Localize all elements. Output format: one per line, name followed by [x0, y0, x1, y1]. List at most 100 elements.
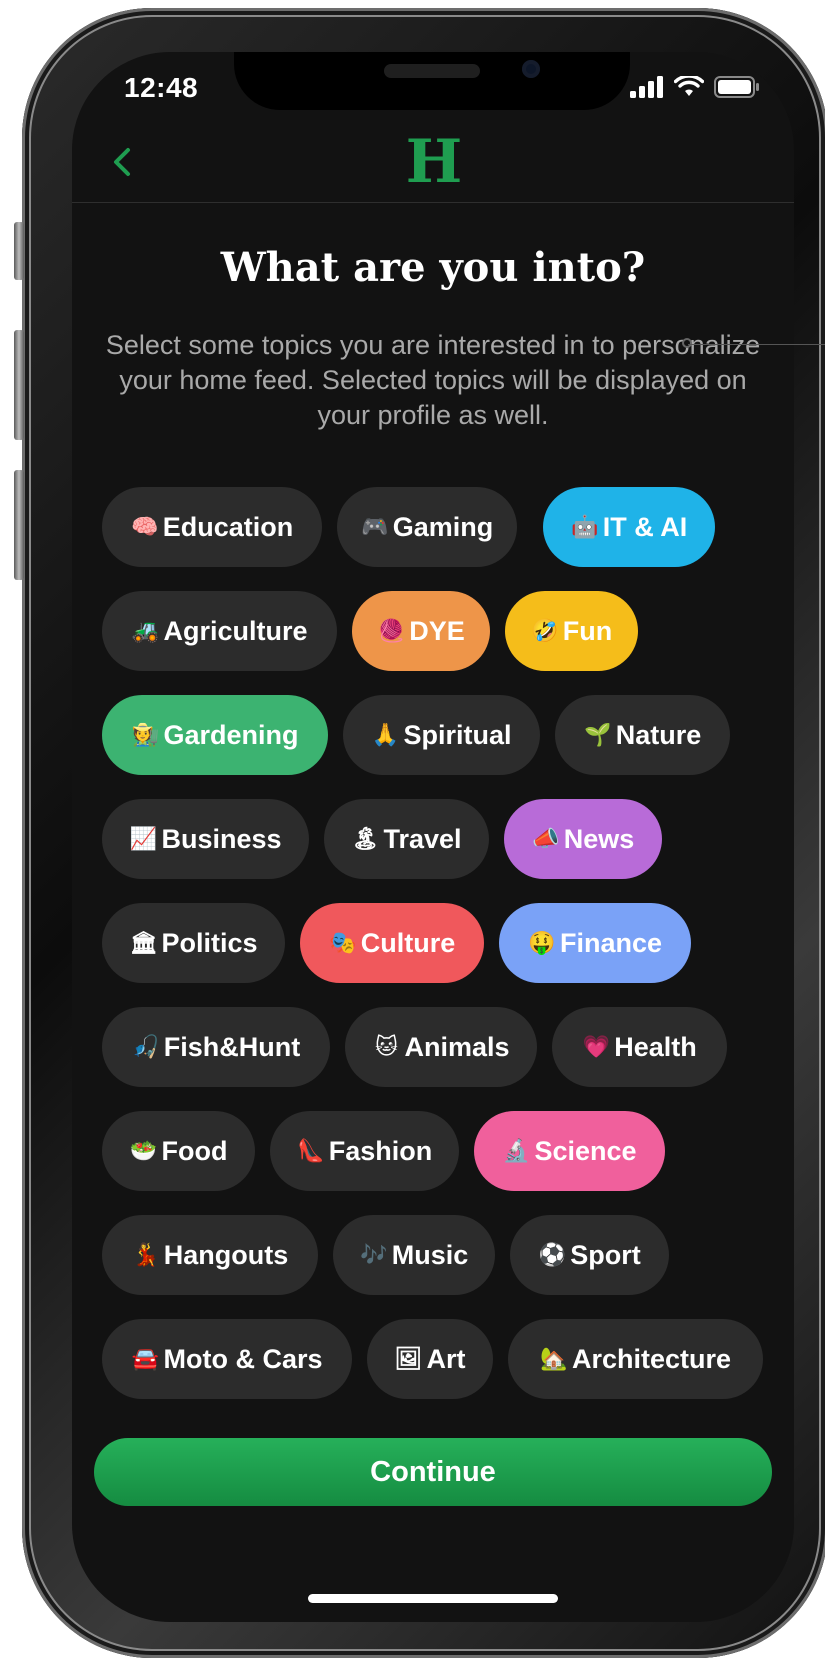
- topic-label: Architecture: [571, 1343, 732, 1374]
- topic-label: Culture: [360, 927, 456, 958]
- topic-label: Politics: [161, 927, 258, 958]
- topic-label: Science: [534, 1135, 637, 1166]
- topic-emoji-icon: 🎭: [329, 930, 357, 955]
- silent-switch: [14, 222, 24, 280]
- page-title: What are you into?: [220, 244, 646, 291]
- topic-label: Spiritual: [403, 719, 512, 750]
- topic-label: Nature: [615, 719, 702, 750]
- topic-chip-food[interactable]: 🥗 Food: [102, 1111, 255, 1191]
- topic-chip-hangouts[interactable]: 💃 Hangouts: [102, 1215, 318, 1295]
- speaker-grille: [384, 64, 480, 78]
- topic-emoji-icon: 🧠: [131, 514, 159, 539]
- topic-chip-fun[interactable]: 🤣 Fun: [505, 591, 638, 671]
- topic-emoji-icon: 🚘: [131, 1346, 160, 1371]
- topic-label: Gaming: [392, 511, 494, 542]
- topic-emoji-icon: 💃: [132, 1242, 160, 1267]
- page-subtitle: Select some topics you are interested in…: [105, 330, 761, 430]
- volume-down-button: [14, 470, 24, 580]
- topic-emoji-icon: 🧶: [377, 618, 405, 643]
- topic-chip-gardening[interactable]: 🧑‍🌾 Gardening: [102, 695, 328, 775]
- topic-chip-music[interactable]: 🎶 Music: [333, 1215, 495, 1295]
- status-time: 12:48: [124, 72, 199, 103]
- topic-chip-business[interactable]: 📈 Business: [102, 799, 309, 879]
- topic-label: Agriculture: [163, 615, 308, 646]
- topic-chip-education[interactable]: 🧠 Education: [102, 487, 322, 567]
- signal-icon: [630, 76, 663, 98]
- topic-emoji-icon: 🌱: [584, 722, 612, 747]
- topic-emoji-icon: 👠: [297, 1138, 325, 1163]
- topic-label: Sport: [570, 1239, 641, 1270]
- topic-chip-moto-cars[interactable]: 🚘 Moto & Cars: [102, 1319, 352, 1399]
- topic-emoji-icon: 🏛: [129, 930, 158, 955]
- annotation-line: [688, 344, 825, 345]
- topic-label: Education: [162, 511, 294, 542]
- topic-emoji-icon: 🚜: [131, 618, 160, 643]
- topic-label: DYE: [409, 615, 465, 646]
- topic-chip-dye[interactable]: 🧶 DYE: [352, 591, 490, 671]
- app-logo: H: [405, 127, 463, 197]
- topic-chip-health[interactable]: 💗 Health: [552, 1007, 727, 1087]
- phone-screen: 12:48 H What are you into? Select some t…: [72, 52, 794, 1622]
- topic-chip-fish-hunt[interactable]: 🎣 Fish&Hunt: [102, 1007, 330, 1087]
- topic-chip-nature[interactable]: 🌱 Nature: [555, 695, 730, 775]
- front-camera: [522, 60, 540, 78]
- topic-emoji-icon: 🎣: [132, 1034, 160, 1059]
- topic-emoji-icon: 🖼: [394, 1346, 423, 1371]
- topic-emoji-icon: 🤑: [528, 930, 556, 955]
- topic-label: Travel: [383, 823, 462, 854]
- topic-label: Finance: [559, 927, 663, 958]
- topic-label: Gardening: [163, 719, 299, 750]
- wifi-icon: [674, 76, 704, 96]
- topic-chip-architecture[interactable]: 🏡 Architecture: [508, 1319, 763, 1399]
- topic-emoji-icon: 🎮: [361, 514, 389, 539]
- topic-emoji-icon: 💗: [582, 1034, 610, 1059]
- topic-chip-art[interactable]: 🖼 Art: [367, 1319, 493, 1399]
- topic-chip-agriculture[interactable]: 🚜 Agriculture: [102, 591, 337, 671]
- topic-chip-travel[interactable]: 🏝 Travel: [324, 799, 489, 879]
- notch: [234, 52, 630, 110]
- topic-emoji-icon: 🙏: [371, 722, 400, 747]
- chevron-left-icon: [114, 148, 130, 176]
- topic-emoji-icon: 🎶: [360, 1242, 388, 1267]
- topic-chip-politics[interactable]: 🏛 Politics: [102, 903, 285, 983]
- status-icons: [630, 76, 760, 98]
- topic-label: Moto & Cars: [163, 1343, 323, 1374]
- topic-emoji-icon: 🔬: [502, 1138, 531, 1163]
- topic-emoji-icon: 📣: [532, 826, 560, 851]
- topic-label: Health: [614, 1031, 697, 1062]
- annotation-marker: [682, 338, 692, 348]
- topic-emoji-icon: 🤖: [571, 514, 599, 539]
- topic-chip-science[interactable]: 🔬 Science: [474, 1111, 665, 1191]
- topic-label: Business: [161, 823, 282, 854]
- topic-label: Art: [426, 1343, 466, 1374]
- topic-label: Hangouts: [163, 1239, 289, 1270]
- volume-up-button: [14, 330, 24, 440]
- topic-chip-news[interactable]: 📣 News: [504, 799, 662, 879]
- back-button[interactable]: [108, 142, 138, 182]
- topic-chip-animals[interactable]: 🐱 Animals: [345, 1007, 537, 1087]
- topic-chip-gaming[interactable]: 🎮 Gaming: [337, 487, 517, 567]
- topic-label: News: [563, 823, 635, 854]
- topic-chip-sport[interactable]: ⚽ Sport: [510, 1215, 669, 1295]
- continue-button[interactable]: Continue: [94, 1438, 772, 1506]
- topic-label: Fashion: [328, 1135, 433, 1166]
- topic-label: Fish&Hunt: [163, 1031, 301, 1062]
- topic-emoji-icon: 🏝: [351, 826, 380, 851]
- topic-emoji-icon: 🤣: [531, 618, 559, 643]
- app-header: H: [72, 132, 794, 203]
- topic-label: IT & AI: [602, 511, 688, 542]
- topic-chip-spiritual[interactable]: 🙏 Spiritual: [343, 695, 540, 775]
- topic-label: Music: [391, 1239, 469, 1270]
- topic-chip-culture[interactable]: 🎭 Culture: [300, 903, 484, 983]
- topic-chip-fashion[interactable]: 👠 Fashion: [270, 1111, 459, 1191]
- topic-emoji-icon: 🏡: [540, 1346, 568, 1371]
- topic-emoji-icon: ⚽: [538, 1242, 566, 1267]
- topic-emoji-icon: 🐱: [375, 1034, 398, 1059]
- topic-emoji-icon: 🧑‍🌾: [131, 722, 160, 747]
- topic-emoji-icon: 📈: [129, 826, 158, 851]
- topic-emoji-icon: 🥗: [129, 1138, 158, 1163]
- topic-chip-it-ai[interactable]: 🤖 IT & AI: [543, 487, 715, 567]
- battery-icon: [714, 76, 759, 98]
- topic-label: Fun: [562, 615, 613, 646]
- topic-chip-finance[interactable]: 🤑 Finance: [499, 903, 691, 983]
